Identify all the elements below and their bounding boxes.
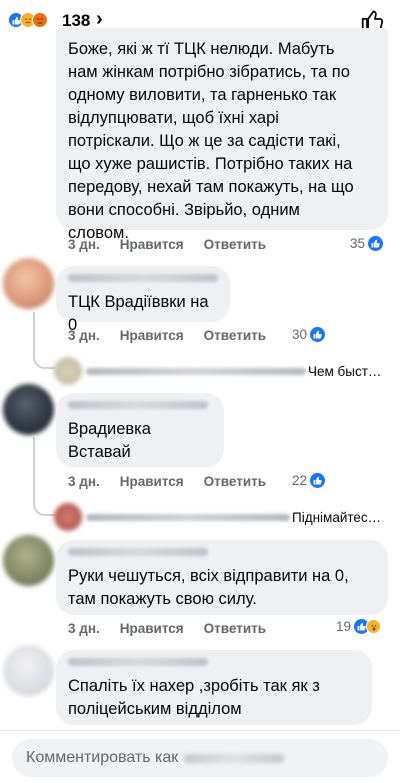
comment-actions: 3 дн. Нравится Ответить <box>68 328 266 343</box>
thread-connector <box>33 437 55 516</box>
like-icon <box>310 327 326 342</box>
reaction-count: 35 <box>350 236 366 251</box>
reply-button[interactable]: Ответить <box>204 328 266 343</box>
reply-button[interactable]: Ответить <box>204 237 266 252</box>
like-button[interactable]: Нравится <box>120 621 184 636</box>
reply-avatar <box>54 503 82 531</box>
reaction-summary[interactable]: 30 <box>292 327 326 342</box>
avatar[interactable] <box>3 384 54 435</box>
comment-time[interactable]: 3 дн. <box>68 621 100 636</box>
reply-author-redacted <box>86 513 290 521</box>
reply-preview[interactable]: Піднімайтес… <box>54 503 381 531</box>
reply-snippet: Піднімайтес… <box>292 509 382 525</box>
comment-composer: Комментировать как <box>0 730 400 783</box>
comment-input[interactable]: Комментировать как <box>12 739 388 777</box>
reaction-summary[interactable]: 22 <box>292 473 326 488</box>
angry-reaction-icon <box>32 12 48 28</box>
reaction-count: 30 <box>292 327 308 342</box>
reaction-summary[interactable]: 35 <box>350 236 384 251</box>
comment-bubble[interactable]: Боже, які ж тї ТЦК нелюди. Мабуть нам жі… <box>56 28 388 242</box>
comment-actions: 3 дн. Нравится Ответить <box>68 621 266 636</box>
comment-time[interactable]: 3 дн. <box>68 474 100 489</box>
like-icon <box>368 236 384 251</box>
thread-connector <box>33 312 55 369</box>
wow-reaction-icon <box>366 619 382 634</box>
comment-bubble[interactable]: Спаліть їх нахер ,зробіть так як з поліц… <box>56 650 372 725</box>
author-name-redacted[interactable] <box>68 548 208 556</box>
reaction-count: 22 <box>292 473 308 488</box>
reply-snippet: Чем быст… <box>308 363 382 379</box>
comment-bubble[interactable]: Врадиевка Вставай <box>56 393 224 467</box>
reply-avatar <box>54 357 82 385</box>
avatar[interactable] <box>3 645 54 696</box>
comment-actions: 3 дн. Нравится Ответить <box>68 237 266 252</box>
comment-text: Спаліть їх нахер ,зробіть так як з поліц… <box>68 677 320 718</box>
author-name-redacted[interactable] <box>68 658 208 666</box>
comment-input-placeholder: Комментировать как <box>26 749 179 766</box>
comment-bubble[interactable]: ТЦК Врадіїввки на 0 <box>56 266 230 334</box>
like-button[interactable]: Нравится <box>120 237 184 252</box>
like-icon <box>310 473 326 488</box>
reply-preview[interactable]: Чем быст… <box>54 357 381 385</box>
comment-text: Врадиевка Вставай <box>68 420 151 461</box>
comment-actions: 3 дн. Нравится Ответить <box>68 474 266 489</box>
reaction-summary[interactable]: 19 <box>336 619 382 634</box>
reply-button[interactable]: Ответить <box>204 621 266 636</box>
reaction-icons[interactable] <box>8 12 48 28</box>
author-name-redacted[interactable] <box>68 274 218 282</box>
reaction-count: 19 <box>336 619 352 634</box>
comment-time[interactable]: 3 дн. <box>68 328 100 343</box>
author-name-redacted[interactable] <box>68 401 208 409</box>
comment-text: Руки чешуться, всіх відправити на 0, там… <box>68 567 349 608</box>
like-button[interactable]: Нравится <box>120 474 184 489</box>
reply-author-redacted <box>86 367 306 375</box>
comment-time[interactable]: 3 дн. <box>68 237 100 252</box>
comment-text: Боже, які ж тї ТЦК нелюди. Мабуть нам жі… <box>68 40 354 242</box>
comment-bubble[interactable]: Руки чешуться, всіх відправити на 0, там… <box>56 540 388 615</box>
like-button[interactable]: Нравится <box>120 328 184 343</box>
avatar[interactable] <box>3 535 54 586</box>
user-name-redacted <box>184 753 285 763</box>
avatar[interactable] <box>3 258 54 309</box>
reply-button[interactable]: Ответить <box>204 474 266 489</box>
